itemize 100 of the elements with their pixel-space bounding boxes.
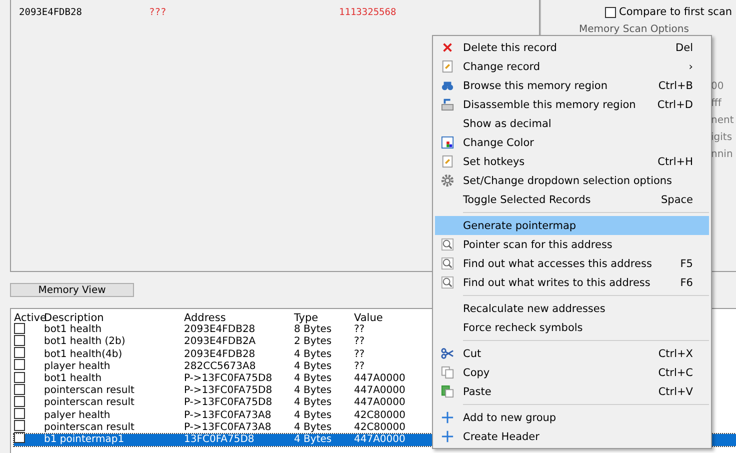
address-cell-text: P->13FC0FA73A8: [184, 422, 272, 434]
address-cell-text: P->13FC0FA73A8: [184, 410, 272, 422]
table-row[interactable]: pointerscan result P->13FC0FA75D8 4 Bytes 447A0000: [14, 397, 432, 410]
column-header[interactable]: Description: [44, 312, 184, 324]
menu-item[interactable]: Change Color: [435, 133, 709, 152]
checkbox[interactable]: [14, 396, 25, 407]
column-header[interactable]: Active: [14, 312, 44, 324]
value-cell: 42C80000: [354, 422, 406, 434]
gear-icon: [440, 174, 454, 187]
type-cell-text: 4 Bytes: [294, 360, 333, 373]
value-cell-text: ???: [149, 7, 168, 18]
address-cell-text: 2093E4FDB28: [19, 7, 83, 18]
table-row[interactable]: bot1 health (2b) 2093E4FDB2A 2 Bytes ??: [14, 336, 432, 349]
value-cell: 447A0000: [354, 373, 406, 386]
table-row[interactable]: pointerscan result P->13FC0FA73A8 4 Bytes 42C80000: [14, 422, 432, 434]
description-cell-text: pointerscan result: [44, 397, 136, 410]
column-header[interactable]: Value: [354, 312, 383, 324]
value-cell: 447A0000: [354, 397, 406, 410]
menu-item[interactable]: Find out what accesses this address F5: [435, 254, 709, 273]
menu-item[interactable]: Set hotkeys Ctrl+H: [435, 152, 709, 171]
address-cell-text: 2093E4FDB28: [184, 348, 256, 361]
option-label: nnin: [711, 149, 734, 160]
copy-icon: [440, 366, 454, 379]
menu-item[interactable]: Find out what writes to this address F6: [435, 273, 709, 292]
description-cell-text: b1 pointermap1: [44, 434, 126, 446]
group-title: Memory Scan Options: [579, 24, 690, 35]
table-row[interactable]: palyer health P->13FC0FA73A8 4 Bytes 42C80000: [14, 410, 432, 422]
value-cell: 447A0000: [354, 434, 406, 446]
description-cell-text: pointerscan result: [44, 385, 136, 397]
delete-icon: [440, 41, 454, 54]
checkbox[interactable]: [14, 420, 25, 432]
scissors-icon: [440, 347, 454, 360]
note-icon: [440, 60, 454, 73]
magnifier-icon: [440, 257, 454, 270]
menu-item[interactable]: Show as decimal: [435, 114, 709, 133]
description-cell-text: bot1 health: [44, 373, 103, 385]
checkbox[interactable]: [14, 334, 25, 346]
column-header[interactable]: Address: [184, 312, 294, 324]
menu-item[interactable]: Disassemble this memory region Ctrl+D: [435, 95, 709, 114]
description-cell-text: palyer health: [44, 410, 112, 422]
type-cell-text: 8 Bytes: [294, 324, 333, 336]
option-label: igits: [711, 132, 734, 143]
address-cell-text: P->13FC0FA75D8: [184, 373, 274, 386]
menu-item[interactable]: Delete this record Del: [435, 38, 709, 57]
checkbox[interactable]: [14, 408, 25, 420]
address-cell-text: 282CC5673A8: [184, 360, 257, 373]
menu-item[interactable]: Change record ›: [435, 57, 709, 76]
value-cell: ??: [354, 348, 365, 361]
checkbox[interactable]: [14, 347, 25, 358]
checkbox[interactable]: [14, 372, 25, 383]
menu-item[interactable]: Add to new group: [435, 408, 709, 427]
paste-icon: [440, 385, 454, 398]
type-cell-text: 4 Bytes: [294, 422, 333, 434]
menu-item[interactable]: Set/Change dropdown selection options: [435, 171, 709, 190]
type-cell-text: 4 Bytes: [294, 410, 333, 422]
binoculars-icon: [440, 79, 454, 92]
menu-item[interactable]: Force recheck symbols: [435, 318, 709, 337]
value-cell: 447A0000: [354, 385, 406, 398]
checkbox[interactable]: [14, 359, 25, 370]
menu-item[interactable]: Toggle Selected Records Space: [435, 190, 709, 209]
option-label: nent: [711, 115, 735, 126]
description-cell-text: bot1 health(4b): [44, 348, 124, 361]
type-cell-text: 4 Bytes: [294, 434, 333, 446]
checkbox-label[interactable]: Compare to first scan: [619, 6, 732, 18]
table-row[interactable]: bot1 health 2093E4FDB28 8 Bytes ??: [14, 324, 432, 336]
description-cell-text: bot1 health (2b): [44, 336, 126, 348]
type-cell-text: 4 Bytes: [294, 348, 333, 361]
type-cell-text: 2 Bytes: [294, 336, 333, 348]
checkbox[interactable]: [14, 322, 25, 334]
value-cell: ??: [354, 336, 365, 348]
memory-view-button[interactable]: Memory View: [10, 283, 134, 297]
menu-item[interactable]: Paste Ctrl+V: [435, 382, 709, 401]
address-cell-text: 13FC0FA75D8: [184, 434, 256, 446]
description-cell-text: bot1 health: [44, 324, 103, 336]
table-row[interactable]: player health 282CC5673A8 4 Bytes ??: [14, 360, 432, 373]
magnifier-icon: [440, 276, 454, 289]
previous-value-cell: 1113325568: [339, 7, 396, 18]
description-cell-text: pointerscan result: [44, 422, 136, 434]
tray-arrow-icon: [440, 98, 454, 111]
checkbox[interactable]: [605, 6, 616, 18]
option-label: 00: [711, 81, 725, 92]
value-cell: 42C80000: [354, 410, 406, 422]
menu-item[interactable]: Pointer scan for this address: [435, 235, 709, 254]
type-cell-text: 4 Bytes: [294, 397, 333, 410]
column-header[interactable]: Type: [294, 312, 354, 324]
checkbox[interactable]: [14, 384, 25, 395]
address-cell-text: P->13FC0FA75D8: [184, 385, 274, 398]
table-row[interactable]: bot1 health P->13FC0FA75D8 4 Bytes 447A0000: [14, 372, 432, 386]
menu-item[interactable]: Browse this memory region Ctrl+B: [435, 76, 709, 95]
type-cell-text: 4 Bytes: [294, 385, 333, 398]
checkbox[interactable]: [14, 432, 25, 444]
table-row[interactable]: pointerscan result P->13FC0FA75D8 4 Bytes 447A0000: [14, 385, 432, 398]
plus-icon: [440, 411, 454, 424]
description-cell-text: player health: [44, 360, 112, 373]
plus-icon: [440, 430, 454, 443]
table-row[interactable]: bot1 health(4b) 2093E4FDB28 4 Bytes ??: [14, 348, 432, 361]
menu-item[interactable]: Cut Ctrl+X: [435, 344, 709, 363]
menu-item[interactable]: Copy Ctrl+C: [435, 363, 709, 382]
menu-item[interactable]: Generate pointermap: [435, 216, 709, 235]
menu-item[interactable]: Recalculate new addresses: [435, 299, 709, 318]
